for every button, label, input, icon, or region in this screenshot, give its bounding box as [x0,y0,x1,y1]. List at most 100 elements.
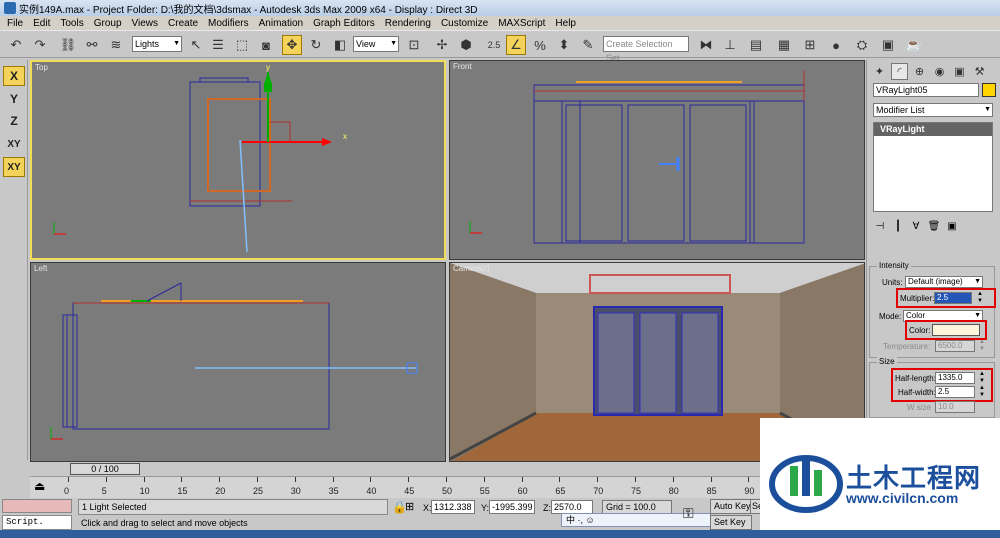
rendered-frame-window-icon[interactable]: ▣ [878,35,898,55]
maxscript-label[interactable]: Script. [2,515,72,530]
modify-tab-icon[interactable]: ◜ [891,63,908,80]
object-name-field[interactable]: VRayLight05 [873,83,979,97]
stack-item-vraylight[interactable]: VRayLight [874,123,992,136]
remove-modifier-icon[interactable]: 🗑 [927,221,941,235]
spinner-snap-icon[interactable]: ⬍ [554,35,574,55]
axis-xy-plane-button[interactable]: XY [3,157,25,177]
create-tab-icon[interactable]: ✦ [871,63,888,80]
show-end-result-icon[interactable]: ┃ [891,221,905,235]
bind-space-warp-icon[interactable]: ≋ [106,35,126,55]
set-key-button[interactable]: Set Key [710,515,752,530]
menu-tools[interactable]: Tools [55,18,88,29]
timeline-tick-label: 5 [101,486,107,496]
utilities-tab-icon[interactable]: ⚒ [971,63,988,80]
configure-modifier-sets-icon[interactable]: ▣ [945,221,959,235]
motion-tab-icon[interactable]: ◉ [931,63,948,80]
viewport-top-label[interactable]: Top [35,63,48,72]
redo-icon[interactable]: ↷ [30,35,50,55]
menu-group[interactable]: Group [89,18,127,29]
undo-icon[interactable]: ↶ [6,35,26,55]
unlink-icon[interactable]: ⚯ [82,35,102,55]
viewport-left[interactable]: Left [30,262,446,462]
y-coordinate-field[interactable]: -1995.399 [489,500,535,514]
menu-edit[interactable]: Edit [28,18,55,29]
layer-manager-icon[interactable]: ▤ [746,35,766,55]
menu-views[interactable]: Views [127,18,164,29]
track-bar[interactable]: ⏏ 0 5 10 15 20 25 30 35 40 45 50 55 60 65 70 75 80 85 90 [30,476,766,498]
display-tab-icon[interactable]: ▣ [951,63,968,80]
maxscript-listener-input[interactable] [2,499,72,513]
temperature-field[interactable]: 6500.0 [935,340,975,352]
stack-tools: ⊣ ┃ ∀ 🗑 ▣ [873,218,993,238]
x-coordinate-field[interactable]: 1312.338 [431,500,475,514]
window-crossing-icon[interactable]: ◙ [256,35,276,55]
viewport-front[interactable]: Front [449,60,865,260]
size-title: Size [877,357,897,366]
select-and-rotate-icon[interactable]: ↻ [306,35,326,55]
timeline-tick [521,477,523,482]
menu-rendering[interactable]: Rendering [380,18,436,29]
named-selection-input[interactable]: Create Selection Set [603,36,689,63]
selection-filter-dropdown[interactable]: Lights [132,36,182,52]
hierarchy-tab-icon[interactable]: ⊕ [911,63,928,80]
absolute-mode-icon[interactable]: ⊞ [405,500,414,513]
menu-animation[interactable]: Animation [254,18,308,29]
w-size-field[interactable]: 10.0 [935,401,975,413]
use-pivot-center-icon[interactable]: ⊡ [404,35,424,55]
rectangular-selection-icon[interactable]: ⬚ [232,35,252,55]
timeline-tick-label: 60 [517,486,528,496]
mini-curve-editor-icon[interactable]: ⏏ [34,479,45,493]
menu-modifiers[interactable]: Modifiers [203,18,254,29]
keyboard-shortcut-override-icon[interactable]: ⬢ [456,35,476,55]
auto-key-button[interactable]: Auto Key [710,499,752,514]
temperature-spinner[interactable]: ▲ ▼ [977,339,987,353]
angle-snap-icon[interactable]: ∠ [506,35,526,55]
mirror-icon[interactable]: ⧓ [696,35,716,55]
percent-snap-icon[interactable]: % [530,35,550,55]
link-icon[interactable]: ⛓ [58,35,78,55]
axis-z-button[interactable]: Z [3,111,25,131]
timeline-tick [672,477,674,482]
schematic-view-icon[interactable]: ⊞ [800,35,820,55]
y-label: Y: [481,503,490,513]
select-by-name-icon[interactable]: ☰ [208,35,228,55]
modifier-list-dropdown[interactable]: Modifier List [873,103,993,117]
object-color-swatch[interactable] [982,83,996,97]
timeline-tick [597,477,599,482]
max-window: 实例149A.max - Project Folder: D:\我的文档\3ds… [0,0,1000,538]
menu-file[interactable]: File [2,18,28,29]
viewport-top[interactable]: Top x y [30,60,446,260]
axis-y-button[interactable]: Y [3,89,25,109]
z-coordinate-field[interactable]: 2570.0 [551,500,593,514]
viewport-left-label[interactable]: Left [34,264,47,273]
menu-help[interactable]: Help [550,18,581,29]
time-slider[interactable]: 0 / 100 [30,462,866,476]
make-unique-icon[interactable]: ∀ [909,221,923,235]
menu-maxscript[interactable]: MAXScript [493,18,550,29]
select-and-move-icon[interactable]: ✥ [282,35,302,55]
timeline-tick-label: 30 [290,486,301,496]
align-icon[interactable]: ⊥ [720,35,740,55]
key-mode-icon[interactable]: ⚿ [683,505,694,522]
axis-xy-button[interactable]: XY [3,134,25,154]
select-object-icon[interactable]: ↖ [186,35,206,55]
units-dropdown[interactable]: Default (image) [905,276,983,288]
time-slider-thumb[interactable]: 0 / 100 [70,463,140,475]
select-and-scale-icon[interactable]: ◧ [330,35,350,55]
render-production-icon[interactable]: ☕ [904,35,924,55]
edit-named-selection-icon[interactable]: ✎ [578,35,598,55]
reference-coordinate-dropdown[interactable]: View [353,36,399,52]
menu-customize[interactable]: Customize [436,18,493,29]
command-panel: ✦ ◜ ⊕ ◉ ▣ ⚒ VRayLight05 Modifier List VR… [866,60,1000,420]
viewport-camera-label[interactable]: Camera01 [453,264,490,273]
viewport-front-label[interactable]: Front [453,62,472,71]
snaps-toggle-icon[interactable]: 2.5 [484,35,504,55]
material-editor-icon[interactable]: ● [826,35,846,55]
select-manipulate-icon[interactable]: ✢ [432,35,452,55]
axis-x-button[interactable]: X [3,66,25,86]
pin-stack-icon[interactable]: ⊣ [873,221,887,235]
menu-create[interactable]: Create [163,18,203,29]
render-setup-icon[interactable]: ⛭ [852,35,872,55]
menu-graph-editors[interactable]: Graph Editors [308,18,380,29]
curve-editor-icon[interactable]: ▦ [774,35,794,55]
